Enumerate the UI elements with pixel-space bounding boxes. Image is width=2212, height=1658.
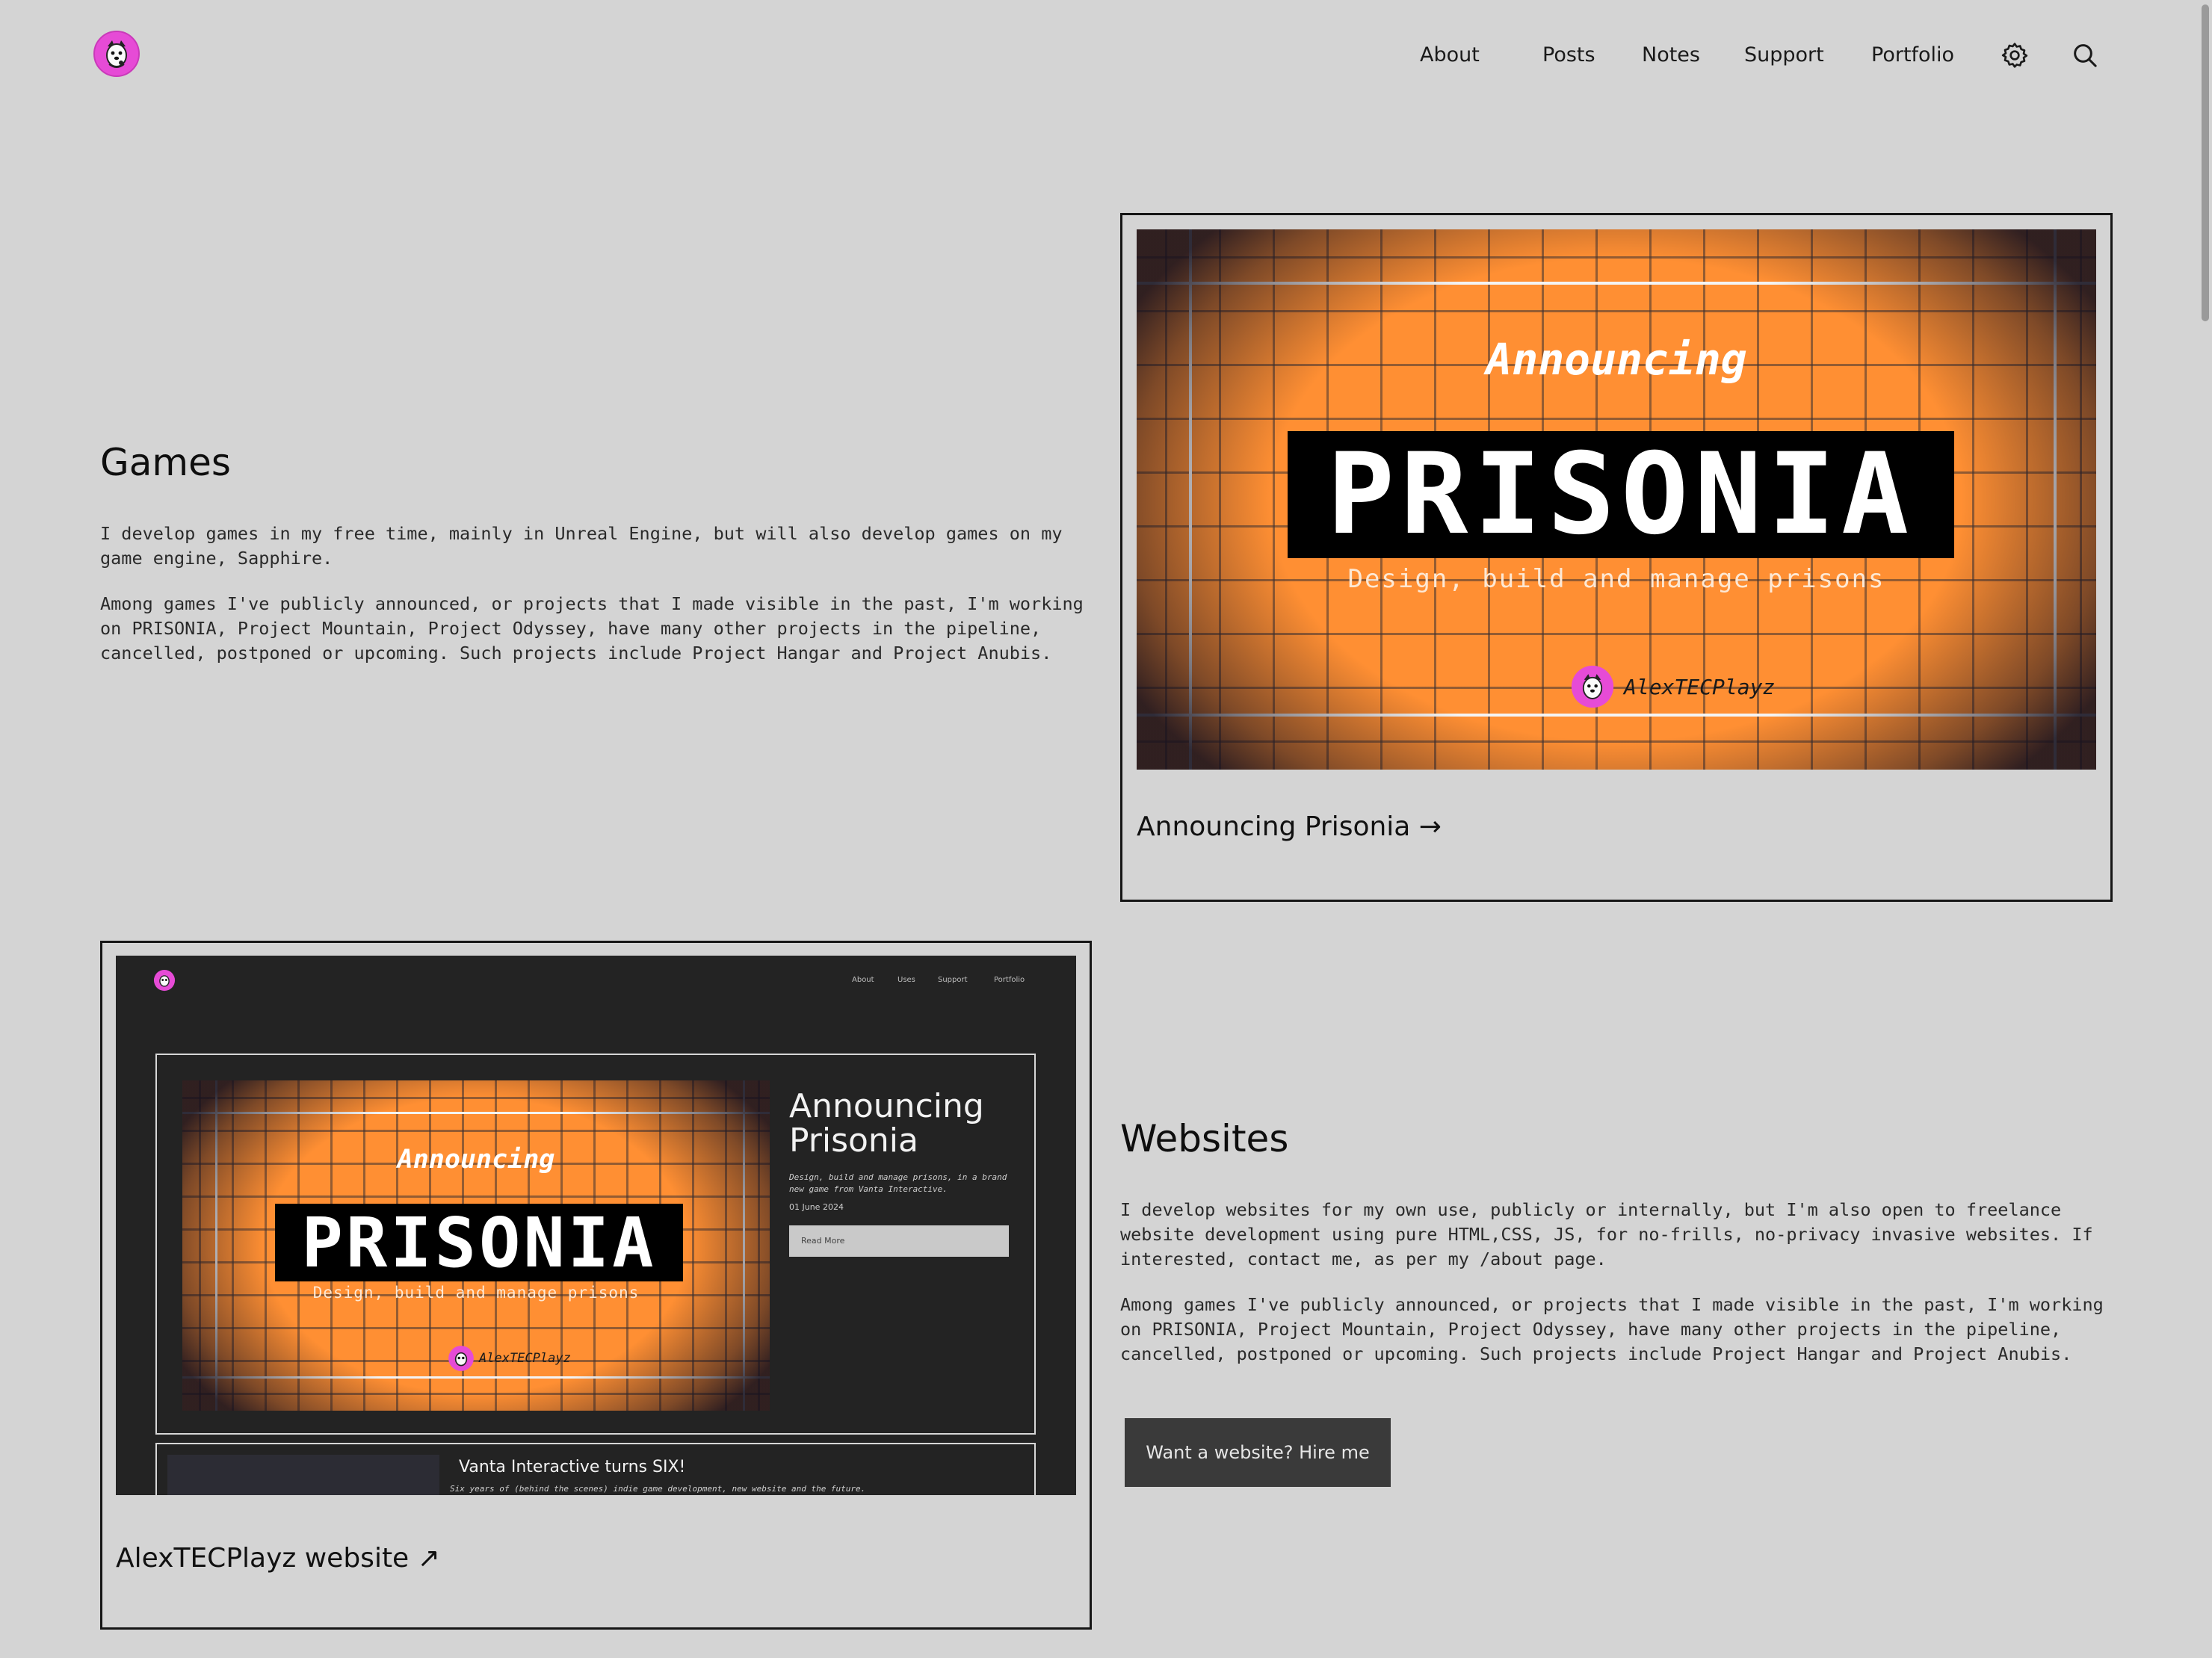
promo-logo-box: PRISONIA: [1288, 430, 1954, 560]
mini-nav-portfolio: Portfolio: [994, 976, 1025, 984]
promo-tagline: Design, build and manage prisons: [1347, 564, 1885, 594]
mini-post-2-thumbnail: [167, 1455, 439, 1495]
mini-promo-tagline: Design, build and manage prisons: [312, 1284, 640, 1302]
websites-paragraph-2: Among games I've publicly announced, or …: [1120, 1294, 2104, 1364]
mini-post-2-description: Six years of (behind the scenes) indie g…: [450, 1484, 866, 1494]
mini-post-title: Announcing Prisonia: [789, 1087, 984, 1160]
mini-post-date: 01 June 2024: [789, 1202, 844, 1212]
mini-promo-brand: AlexTECPlayz: [448, 1345, 571, 1372]
promo-logo: PRISONIA: [1326, 430, 1915, 560]
mini-post-card: Announcing PRISONIA Design, build and ma…: [155, 1054, 1036, 1435]
websites-paragraph-1: I develop websites for my own use, publi…: [1120, 1199, 2093, 1269]
mini-promo-announcing: Announcing: [397, 1145, 555, 1175]
site-logo[interactable]: [93, 30, 140, 78]
mini-post-card-2: Vanta Interactive turns SIX! Six years o…: [155, 1443, 1036, 1495]
mini-promo-logo: PRISONIA: [301, 1202, 657, 1283]
mini-read-more-button: Read More: [789, 1225, 1009, 1257]
search-icon[interactable]: [2070, 40, 2100, 70]
games-title: Games: [100, 441, 231, 484]
mini-promo-logo-box: PRISONIA: [275, 1202, 683, 1283]
nav-notes[interactable]: Notes: [1642, 40, 1700, 70]
promo-announcing: Announcing: [1486, 334, 1747, 385]
promo-brand-label: AlexTECPlayz: [1624, 674, 1776, 699]
games-card[interactable]: Announcing PRISONIA Design, build and ma…: [1120, 213, 2113, 902]
promo-brand: AlexTECPlayz: [1570, 664, 1775, 709]
mini-promo-brand-label: AlexTECPlayz: [479, 1351, 571, 1366]
games-paragraph-1: I develop games in my free time, mainly …: [100, 523, 1063, 569]
dog-mascot-icon: [1571, 665, 1614, 708]
mini-nav-support: Support: [938, 976, 968, 984]
games-description: I develop games in my free time, mainly …: [100, 522, 1094, 666]
websites-description: I develop websites for my own use, publi…: [1120, 1198, 2114, 1367]
nav-support[interactable]: Support: [1744, 40, 1824, 70]
mini-nav-about: About: [852, 976, 874, 984]
dog-mascot-icon: [93, 31, 140, 77]
dog-mascot-icon: [448, 1346, 474, 1371]
mini-post-description: Design, build and manage prisons, in a b…: [789, 1172, 1007, 1194]
announcing-prisonia-link[interactable]: Announcing Prisonia →: [1137, 811, 1442, 842]
mini-post-2-title: Vanta Interactive turns SIX!: [459, 1458, 686, 1476]
games-paragraph-2: Among games I've publicly announced, or …: [100, 593, 1084, 663]
websites-title: Websites: [1120, 1117, 1289, 1160]
nav-portfolio[interactable]: Portfolio: [1871, 40, 1954, 70]
mini-promo-image: Announcing PRISONIA Design, build and ma…: [182, 1080, 770, 1411]
scrollbar-thumb[interactable]: [2202, 4, 2209, 321]
hire-me-button[interactable]: Want a website? Hire me: [1125, 1418, 1391, 1487]
dog-mascot-icon: [153, 969, 176, 992]
nav-posts[interactable]: Posts: [1542, 40, 1595, 70]
settings-icon[interactable]: [2000, 40, 2030, 70]
mini-nav-uses: Uses: [898, 976, 915, 984]
prisonia-promo-image[interactable]: Announcing PRISONIA Design, build and ma…: [1137, 229, 2096, 770]
website-link[interactable]: AlexTECPlayz website ↗: [116, 1543, 440, 1574]
main-nav: About Posts Notes Support Portfolio: [1420, 40, 2100, 70]
nav-about[interactable]: About: [1420, 40, 1480, 70]
scrollbar[interactable]: [2196, 0, 2212, 1658]
website-screenshot[interactable]: About Uses Support Portfolio Announcing …: [116, 956, 1076, 1495]
